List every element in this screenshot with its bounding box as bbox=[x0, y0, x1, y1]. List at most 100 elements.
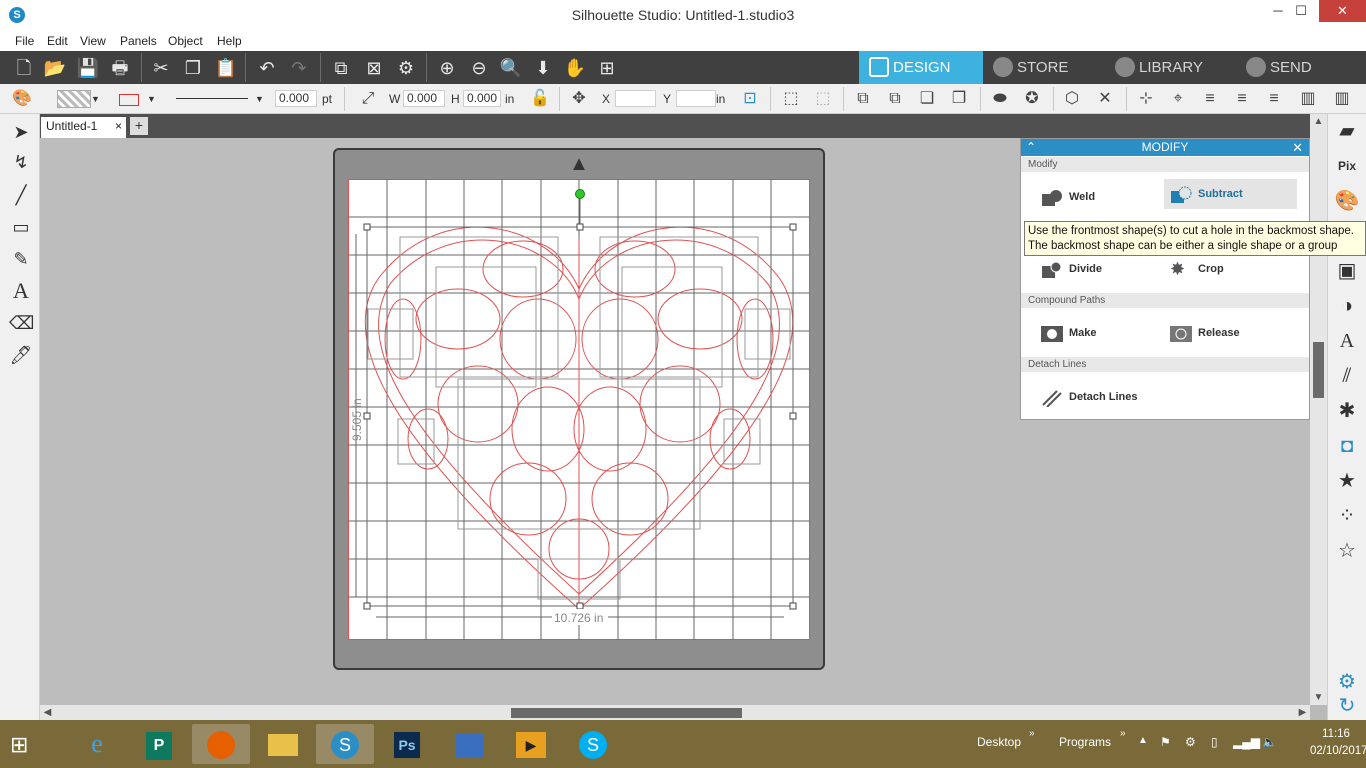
fit-to-page-icon[interactable]: ⬇ bbox=[530, 55, 556, 81]
x-position-field[interactable] bbox=[615, 90, 656, 107]
align-panel-icon[interactable]: ⫽ bbox=[1333, 362, 1361, 390]
action-center-flag-icon[interactable]: ⚑ bbox=[1160, 735, 1171, 749]
media-player-icon[interactable]: ▶ bbox=[502, 724, 560, 764]
zoom-select-icon[interactable]: 🔍 bbox=[498, 55, 524, 81]
pan-hand-icon[interactable]: ✋ bbox=[562, 55, 588, 81]
divide-button[interactable]: Divide bbox=[1025, 254, 1161, 284]
gradient-square-icon[interactable]: ▣ bbox=[1333, 257, 1361, 285]
select-arrow-icon[interactable]: ➤ bbox=[9, 120, 33, 144]
star-panel-icon[interactable]: ★ bbox=[1333, 467, 1361, 495]
height-field[interactable]: 0.000 bbox=[463, 90, 501, 107]
text-tool-icon[interactable]: A bbox=[9, 279, 33, 303]
y-position-field[interactable] bbox=[676, 90, 716, 107]
menu-view[interactable]: View bbox=[80, 34, 106, 48]
rectangle-tool-icon[interactable]: ▭ bbox=[9, 215, 33, 239]
fill-pattern-swatch[interactable] bbox=[57, 90, 91, 108]
scroll-up-icon[interactable]: ▲ bbox=[1310, 114, 1327, 129]
signal-strength-icon[interactable]: ▂▄▆ bbox=[1233, 735, 1260, 749]
windows-start-icon[interactable]: ⊞ bbox=[10, 732, 38, 758]
desktop-toolbar-label[interactable]: Desktop bbox=[977, 735, 1021, 749]
delete-x-icon[interactable]: ✕ bbox=[1095, 89, 1115, 109]
align-left-icon[interactable]: ≡ bbox=[1200, 89, 1220, 109]
contrast-circle-icon[interactable]: ◑ bbox=[1333, 292, 1361, 320]
menu-panels[interactable]: Panels bbox=[120, 34, 157, 48]
file-explorer-icon[interactable] bbox=[254, 724, 312, 764]
knife-tool-icon[interactable]: 🖊 bbox=[9, 343, 33, 367]
rotate-handle[interactable] bbox=[575, 189, 585, 199]
tab-store[interactable]: STORE bbox=[983, 51, 1105, 84]
line-style-chevron-icon[interactable]: ▼ bbox=[255, 89, 264, 109]
tab-untitled-1[interactable]: Untitled-1 × bbox=[41, 117, 126, 138]
internet-explorer-icon[interactable]: e bbox=[68, 724, 126, 764]
distribute-icon[interactable]: ▥ bbox=[1332, 89, 1352, 109]
vertical-scroll-thumb[interactable] bbox=[1313, 342, 1324, 398]
network-devices-icon[interactable]: ⚙ bbox=[1185, 735, 1196, 749]
transform-icon[interactable]: ⬚ bbox=[781, 89, 801, 109]
panel-close-icon[interactable]: ✕ bbox=[1292, 139, 1303, 156]
menu-help[interactable]: Help bbox=[217, 34, 242, 48]
group-icon[interactable]: ⧉ bbox=[328, 55, 354, 81]
crosshair-icon[interactable]: ⌖ bbox=[1168, 89, 1188, 109]
menu-file[interactable]: File bbox=[15, 34, 34, 48]
make-compound-button[interactable]: Make bbox=[1025, 318, 1161, 348]
horizontal-scroll-thumb[interactable] bbox=[511, 708, 742, 718]
3d-box-icon[interactable]: ⬡ bbox=[1062, 89, 1082, 109]
line-style-preview[interactable] bbox=[176, 98, 248, 99]
weld-button[interactable]: Weld bbox=[1025, 182, 1161, 212]
text-style-icon[interactable]: A bbox=[1333, 327, 1361, 355]
silhouette-studio-taskbar-icon[interactable]: S bbox=[316, 724, 374, 764]
dots-pattern-icon[interactable]: ⁘ bbox=[1333, 502, 1361, 530]
transform-panel-icon[interactable]: ✱ bbox=[1333, 397, 1361, 425]
align-middle-icon[interactable]: ≡ bbox=[1232, 89, 1252, 109]
pixscan-icon[interactable]: Pix bbox=[1333, 152, 1361, 180]
align-bottom-icon[interactable]: ▥ bbox=[1298, 89, 1318, 109]
fit-window-icon[interactable]: ⊞ bbox=[594, 55, 620, 81]
fill-color-palette-icon[interactable]: 🎨 bbox=[12, 89, 32, 109]
heart-design-artwork[interactable]: 9.505 in 10.726 in bbox=[348, 179, 810, 640]
eraser-tool-icon[interactable]: ⌫ bbox=[9, 311, 34, 335]
battery-icon[interactable]: ▯ bbox=[1211, 735, 1218, 749]
release-compound-button[interactable]: Release bbox=[1164, 318, 1297, 348]
center-position-icon[interactable]: ⊡ bbox=[740, 89, 760, 109]
scroll-down-icon[interactable]: ▼ bbox=[1310, 690, 1327, 705]
volume-icon[interactable]: 🔈 bbox=[1262, 735, 1277, 749]
maximize-button[interactable]: ☐ bbox=[1284, 0, 1318, 22]
transform-disabled-icon[interactable]: ⬚ bbox=[813, 89, 833, 109]
fill-dropdown-chevron-icon[interactable]: ▼ bbox=[91, 89, 100, 109]
settings-select-icon[interactable]: ⚙ bbox=[393, 55, 419, 81]
refresh-sync-icon[interactable]: ↻ bbox=[1333, 692, 1361, 720]
photoshop-icon[interactable]: Ps bbox=[378, 724, 436, 764]
menu-object[interactable]: Object bbox=[168, 34, 203, 48]
line-color-swatch[interactable] bbox=[119, 94, 139, 106]
line-width-field[interactable]: 0.000 bbox=[275, 90, 317, 107]
align-center-page-icon[interactable]: ⊹ bbox=[1136, 89, 1156, 109]
open-folder-icon[interactable]: 📂 bbox=[42, 55, 68, 81]
skype-icon[interactable]: S bbox=[564, 724, 622, 764]
undo-icon[interactable]: ↶ bbox=[254, 55, 280, 81]
desktop-toolbar-chevron-icon[interactable]: » bbox=[1029, 728, 1035, 739]
modify-panel-icon[interactable]: ◘ bbox=[1333, 432, 1361, 460]
line-tool-icon[interactable]: ╱ bbox=[9, 183, 33, 207]
close-tab-icon[interactable]: × bbox=[115, 117, 122, 136]
align-right-icon[interactable]: ≡ bbox=[1264, 89, 1284, 109]
new-tab-button[interactable]: + bbox=[130, 117, 148, 135]
point-edit-icon[interactable]: ↯ bbox=[9, 150, 33, 174]
cut-icon[interactable]: ✂ bbox=[148, 55, 174, 81]
tab-send[interactable]: SEND bbox=[1236, 51, 1366, 84]
collapse-chevron-icon[interactable]: ⌃ bbox=[1026, 139, 1036, 156]
selection-handles[interactable] bbox=[363, 223, 797, 610]
tab-library[interactable]: LIBRARY bbox=[1105, 51, 1236, 84]
star-outline-icon[interactable]: ☆ bbox=[1333, 537, 1361, 565]
pencil-tool-icon[interactable]: ✎ bbox=[9, 247, 33, 271]
video-editor-icon[interactable] bbox=[440, 724, 498, 764]
show-hidden-icons-icon[interactable]: ▲ bbox=[1138, 735, 1148, 746]
vertical-scrollbar[interactable]: ▲ ▼ bbox=[1310, 114, 1327, 705]
scroll-right-icon[interactable]: ▶ bbox=[1295, 705, 1310, 720]
weld-shape-icon[interactable]: ⬬ bbox=[990, 89, 1010, 109]
tab-design[interactable]: DESIGN bbox=[859, 51, 983, 84]
redo-icon[interactable]: ↷ bbox=[286, 55, 312, 81]
system-clock[interactable]: 11:16 02/10/2017 bbox=[1310, 726, 1366, 760]
subtract-button[interactable]: Subtract bbox=[1164, 179, 1297, 209]
page-setup-icon[interactable]: ▰ bbox=[1333, 117, 1361, 145]
lock-aspect-icon[interactable]: 🔓 bbox=[530, 89, 550, 109]
